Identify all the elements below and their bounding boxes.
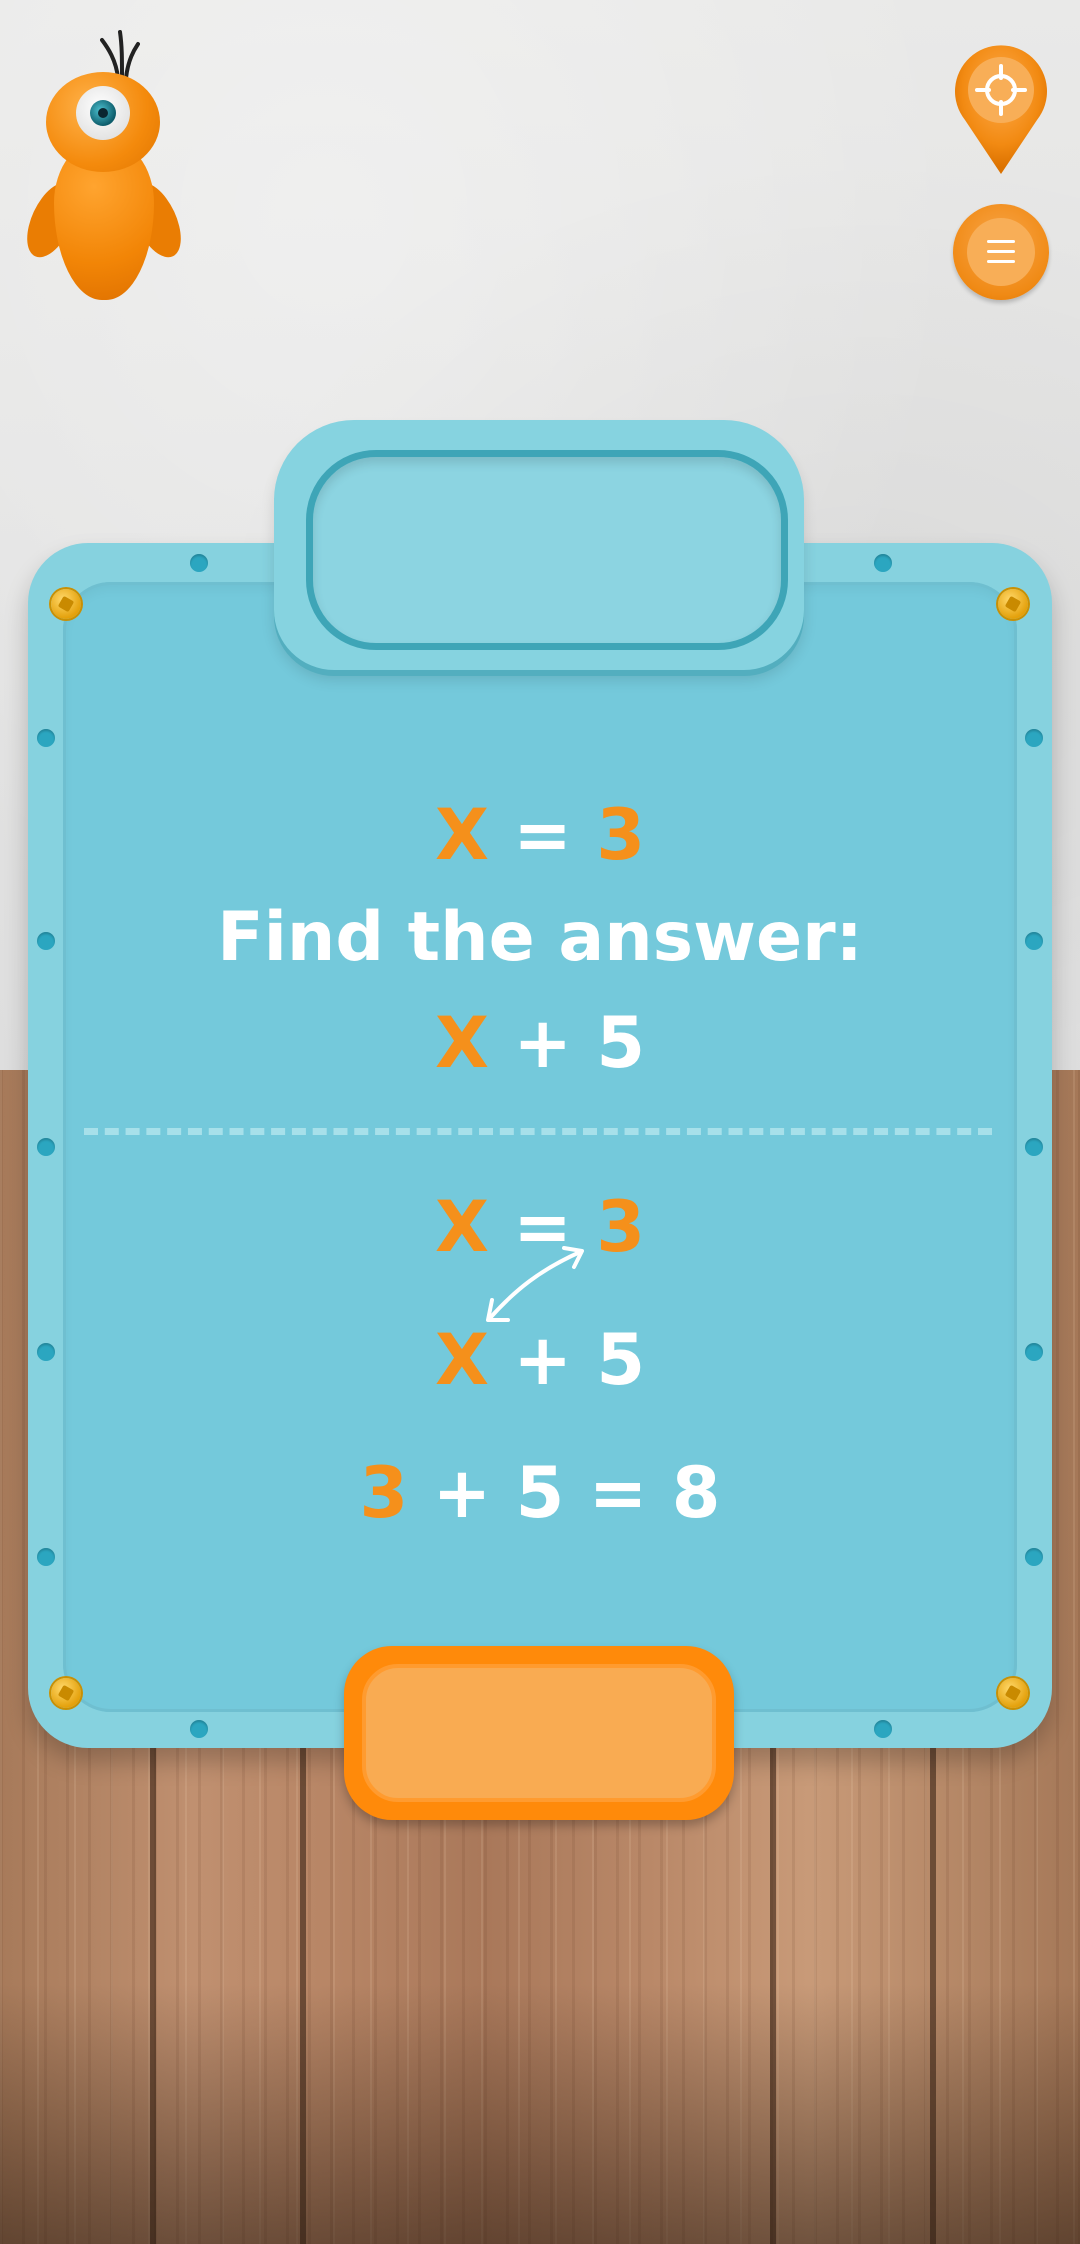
menu-line: [987, 260, 1015, 263]
dashed-divider: [84, 1128, 992, 1135]
screw: [998, 1678, 1028, 1708]
rivet: [37, 729, 55, 747]
mascot-iris: [90, 100, 116, 126]
expression-rest: + 5: [513, 1002, 646, 1084]
hamburger-menu-icon: [967, 218, 1035, 286]
clipboard-inner-panel: [63, 582, 1017, 1712]
menu-line: [987, 240, 1015, 243]
given-equation: X = 3: [0, 800, 1080, 870]
solution-expression-variable: X: [434, 1319, 489, 1401]
rivet: [190, 554, 208, 572]
solution-result-value: 3: [359, 1452, 409, 1534]
screw: [51, 1678, 81, 1708]
clipboard-clip-window: [306, 450, 788, 650]
given-value: 3: [596, 794, 646, 876]
given-variable: X: [434, 794, 489, 876]
substitution-arrow-icon: [486, 1246, 584, 1322]
mascot-eye: [76, 86, 130, 140]
rivet: [1025, 1548, 1043, 1566]
given-equals: =: [513, 794, 572, 876]
rivet: [37, 1138, 55, 1156]
mascot-head: [46, 72, 160, 172]
menu-button[interactable]: [953, 204, 1049, 300]
solution-expression: X + 5: [0, 1325, 1080, 1395]
rivet: [1025, 1138, 1043, 1156]
mascot-pupil: [98, 108, 108, 118]
solution-expression-rest: + 5: [513, 1319, 646, 1401]
rivet: [37, 1548, 55, 1566]
rivet: [874, 1720, 892, 1738]
solution-result-rest: + 5 = 8: [432, 1452, 721, 1534]
screw: [51, 589, 81, 619]
solution-given-value: 3: [596, 1186, 646, 1268]
rivet: [874, 554, 892, 572]
locate-crosshair-pin-icon: [955, 45, 1047, 174]
screw: [998, 589, 1028, 619]
question-expression: X + 5: [0, 1008, 1080, 1078]
continue-button-face: [362, 1664, 716, 1802]
locate-button[interactable]: [953, 42, 1049, 176]
expression-variable: X: [434, 1002, 489, 1084]
question-prompt: Find the answer:: [217, 898, 863, 977]
menu-line: [987, 250, 1015, 253]
solution-result: 3 + 5 = 8: [0, 1458, 1080, 1528]
rivet: [190, 1720, 208, 1738]
orange-bird-mascot-icon[interactable]: [16, 30, 192, 305]
continue-button[interactable]: [344, 1646, 734, 1820]
rivet: [1025, 729, 1043, 747]
